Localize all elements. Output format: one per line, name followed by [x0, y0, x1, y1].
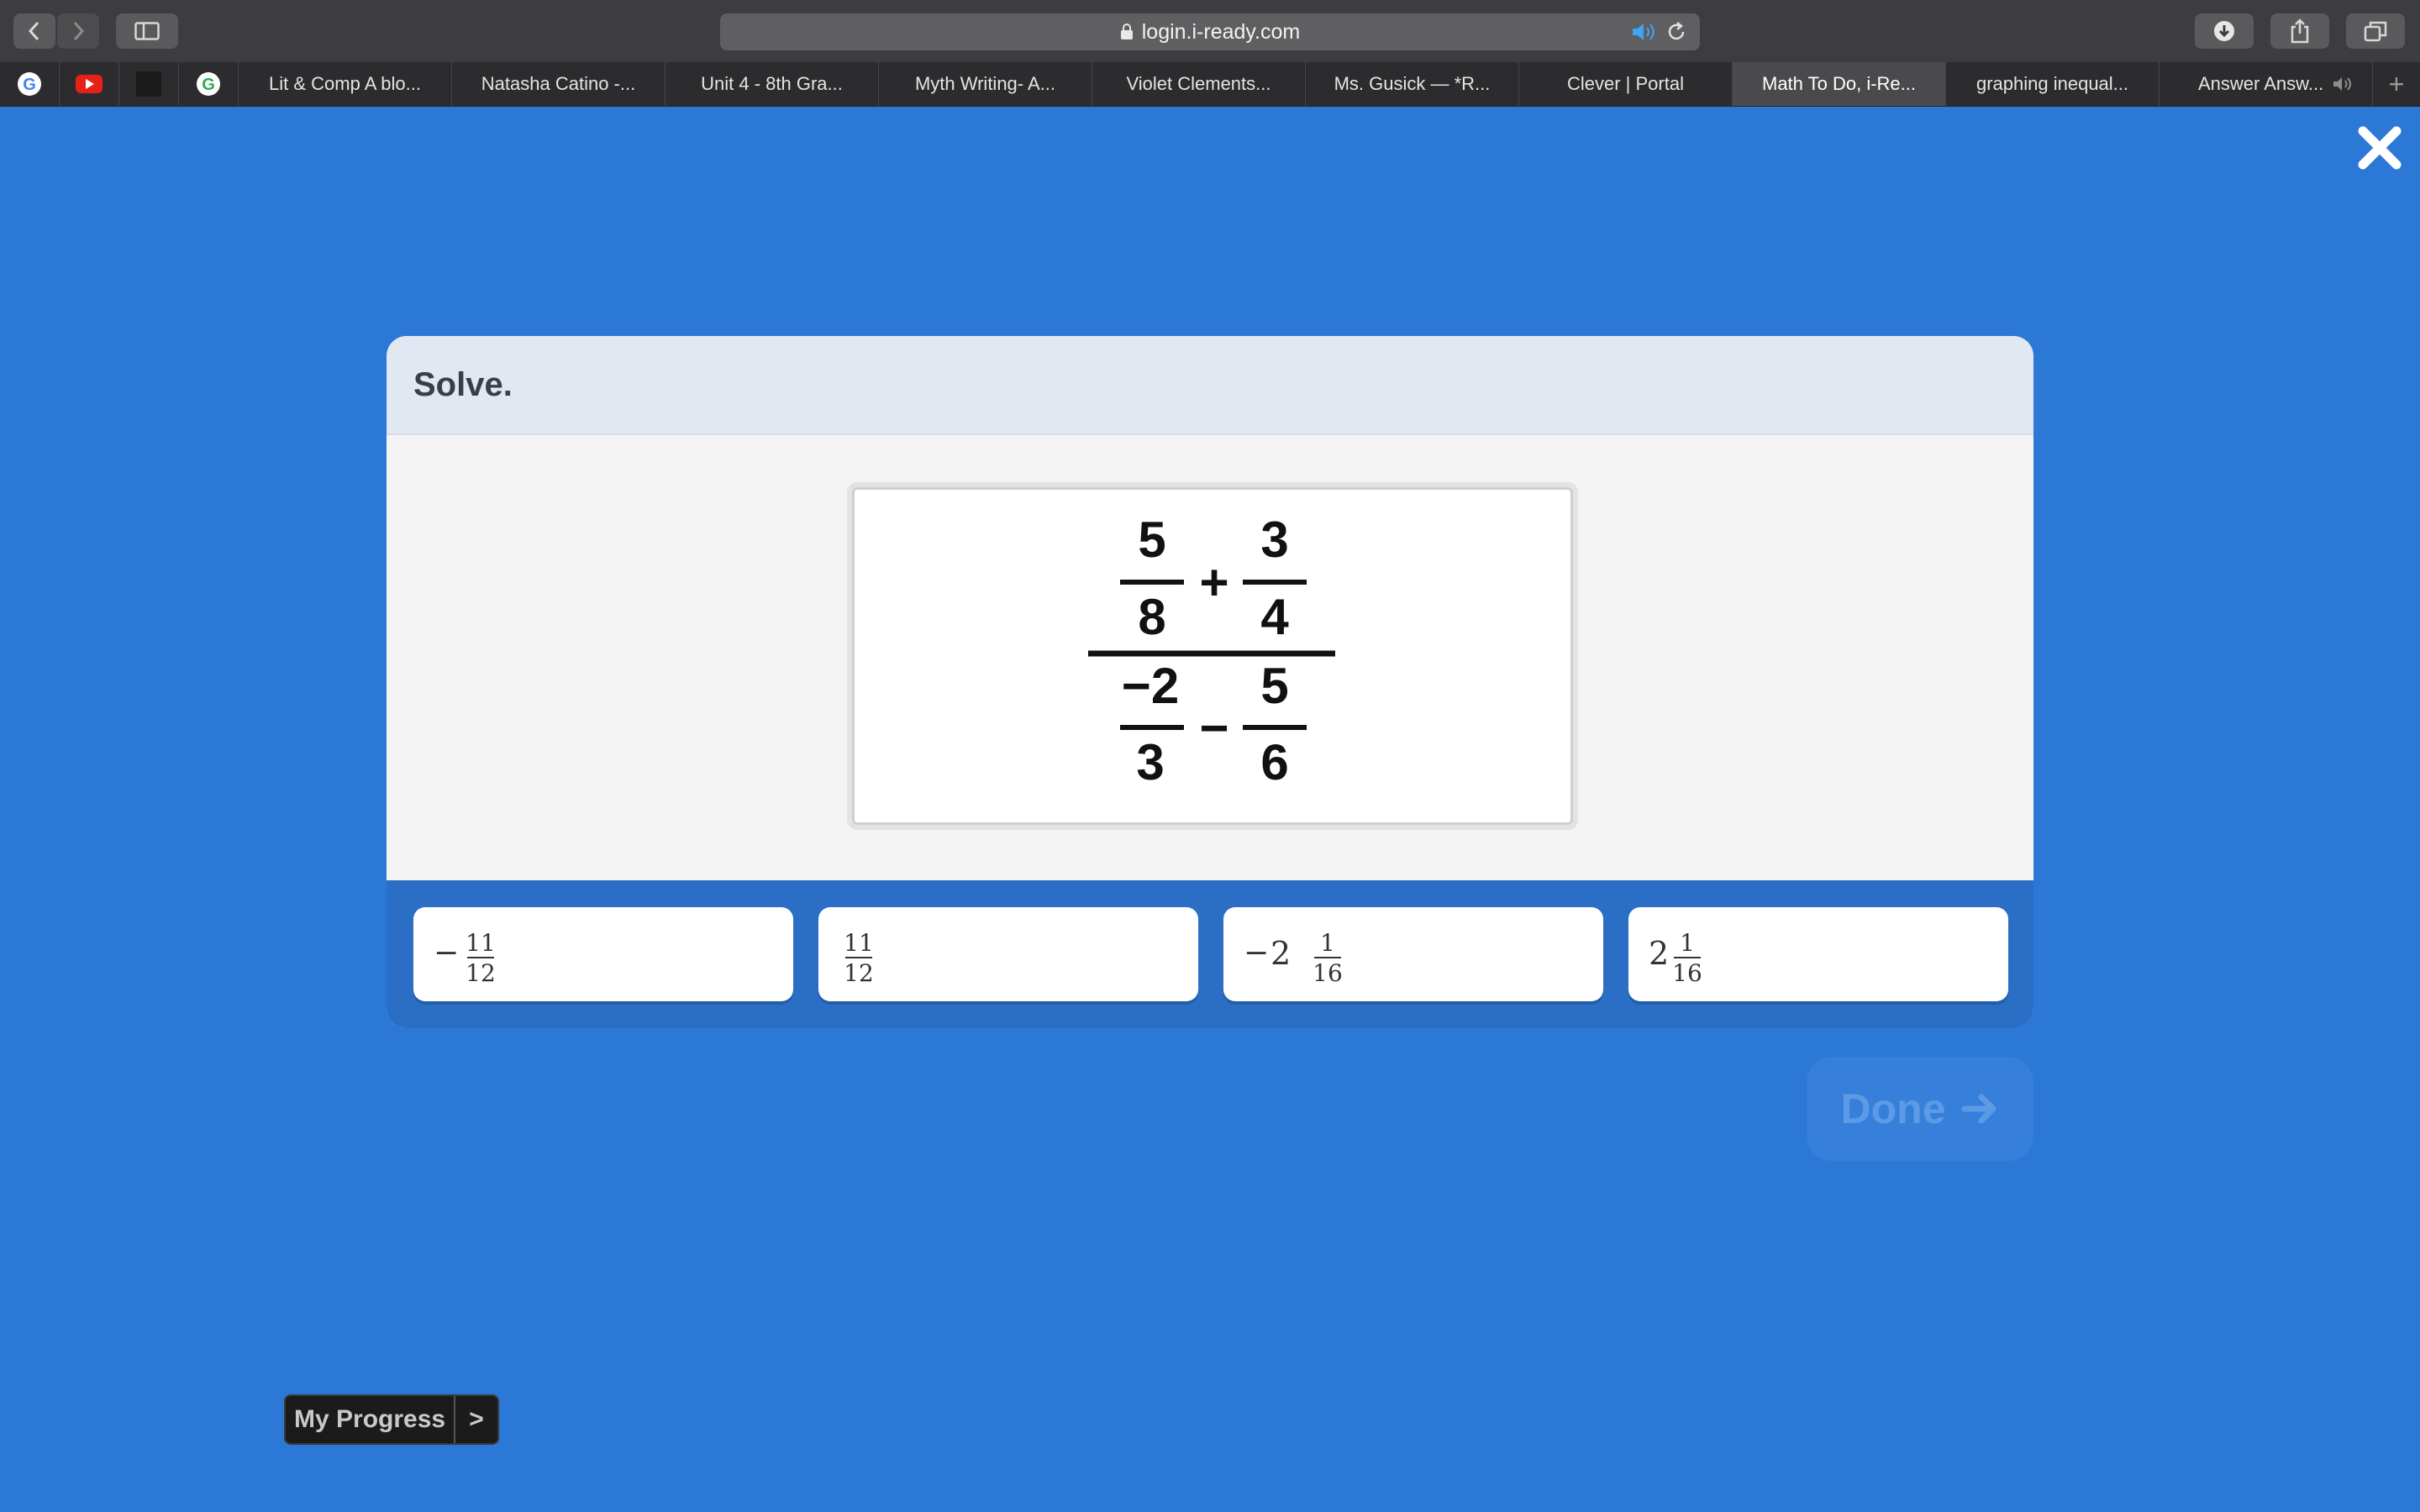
question-card: Solve. 5 8 + 3 4 −2 3 − 5 6 − 11 12 11 1…: [387, 336, 2033, 1028]
tab-answer-label: Answer Answ...: [2198, 73, 2324, 94]
chevron-left-icon: [28, 21, 39, 41]
tab-bar: G G Lit & Comp A blo... Natasha Catino -…: [0, 62, 2420, 107]
download-icon: [2214, 21, 2234, 41]
back-button[interactable]: [13, 13, 55, 49]
top-left-denominator: 8: [1138, 589, 1165, 645]
answer-numerator: 11: [466, 929, 496, 957]
google-icon: G: [18, 72, 41, 96]
expression-box: 5 8 + 3 4 −2 3 − 5 6: [847, 482, 1578, 830]
complex-fraction: 5 8 + 3 4 −2 3 − 5 6: [1088, 512, 1335, 790]
url-text: login.i-ready.com: [1141, 19, 1301, 44]
audio-icon[interactable]: [2332, 75, 2355, 93]
bottom-left-denominator: 3: [1136, 734, 1164, 790]
answer-sign: −: [1244, 936, 1269, 970]
new-tab-button[interactable]: +: [2373, 62, 2420, 106]
answer-choice-4[interactable]: 2 1 16: [1628, 907, 2008, 1001]
youtube-icon: [76, 75, 103, 93]
svg-text:G: G: [23, 76, 36, 94]
browser-toolbar: login.i-ready.com: [0, 0, 2420, 63]
forward-button[interactable]: [57, 13, 99, 49]
answer-denominator: 12: [466, 959, 496, 986]
downloads-button[interactable]: [2195, 13, 2254, 49]
google-icon: G: [197, 72, 220, 96]
question-header: Solve.: [387, 336, 2033, 435]
tabs-icon: [2364, 21, 2387, 42]
chevron-right-icon: >: [454, 1396, 497, 1443]
chevron-right-icon: [73, 21, 85, 41]
share-button[interactable]: [2270, 13, 2329, 49]
top-operator: +: [1199, 554, 1228, 611]
answer-fraction: 2 1 16: [1649, 929, 1702, 986]
answer-denominator: 16: [1672, 959, 1702, 986]
top-left-numerator: 5: [1138, 512, 1165, 568]
pinned-tab-youtube[interactable]: [60, 62, 119, 106]
pinned-tab-blank[interactable]: [119, 62, 179, 106]
reload-icon[interactable]: [1665, 20, 1688, 44]
sidebar-icon: [134, 22, 160, 40]
answer-fraction: 11 12: [844, 929, 874, 986]
done-button[interactable]: Done: [1807, 1057, 2033, 1161]
answer-sign: −: [434, 936, 459, 970]
arrow-right-icon: [1961, 1094, 1996, 1124]
tab-lit-comp[interactable]: Lit & Comp A blo...: [239, 62, 452, 106]
my-progress-button[interactable]: My Progress >: [284, 1394, 499, 1445]
answer-choices: − 11 12 11 12 − 2 1 16 2 1 16: [387, 880, 2033, 1028]
tab-math-to-do[interactable]: Math To Do, i-Re...: [1733, 62, 1946, 106]
answer-denominator: 16: [1313, 959, 1343, 986]
answer-choice-1[interactable]: − 11 12: [413, 907, 793, 1001]
sidebar-toggle-button[interactable]: [116, 13, 178, 49]
done-label: Done: [1840, 1085, 1946, 1132]
tab-unit-4[interactable]: Unit 4 - 8th Gra...: [666, 62, 879, 106]
top-right-numerator: 3: [1260, 512, 1288, 568]
answer-numerator: 11: [844, 929, 874, 957]
tab-violet-clements[interactable]: Violet Clements...: [1092, 62, 1306, 106]
address-bar[interactable]: login.i-ready.com: [720, 13, 1700, 50]
tab-myth-writing[interactable]: Myth Writing- A...: [879, 62, 1092, 106]
bottom-right-numerator: 5: [1260, 658, 1288, 714]
answer-whole: 2: [1649, 935, 1669, 972]
answer-fraction: − 11 12: [434, 929, 496, 986]
answer-whole: 2: [1270, 935, 1291, 972]
blank-page-icon: [136, 71, 161, 97]
answer-denominator: 12: [844, 959, 874, 986]
top-right-denominator: 4: [1260, 589, 1289, 645]
answer-choice-3[interactable]: − 2 1 16: [1223, 907, 1603, 1001]
share-icon: [2291, 18, 2309, 44]
svg-text:G: G: [202, 76, 215, 94]
bottom-left-numerator: −2: [1122, 658, 1179, 714]
pinned-tab-google-2[interactable]: G: [179, 62, 239, 106]
tab-graphing-inequal[interactable]: graphing inequal...: [1946, 62, 2160, 106]
tab-ms-gusick[interactable]: Ms. Gusick — *R...: [1306, 62, 1519, 106]
lock-icon: [1120, 24, 1133, 39]
tab-natasha-catino[interactable]: Natasha Catino -...: [452, 62, 666, 106]
answer-numerator: 1: [1320, 929, 1335, 957]
question-prompt: Solve.: [413, 365, 513, 403]
pinned-tab-google-1[interactable]: G: [0, 62, 60, 106]
audio-icon[interactable]: [1631, 20, 1658, 44]
answer-fraction: − 2 1 16: [1244, 929, 1343, 986]
tab-answer[interactable]: Answer Answ...: [2160, 62, 2373, 106]
answer-numerator: 1: [1680, 929, 1695, 957]
my-progress-label: My Progress: [294, 1405, 446, 1433]
close-icon[interactable]: [2354, 123, 2405, 173]
tab-clever-portal[interactable]: Clever | Portal: [1519, 62, 1733, 106]
answer-choice-2[interactable]: 11 12: [818, 907, 1198, 1001]
bottom-right-denominator: 6: [1260, 734, 1288, 790]
bottom-operator: −: [1199, 700, 1228, 756]
tab-overview-button[interactable]: [2346, 13, 2405, 49]
